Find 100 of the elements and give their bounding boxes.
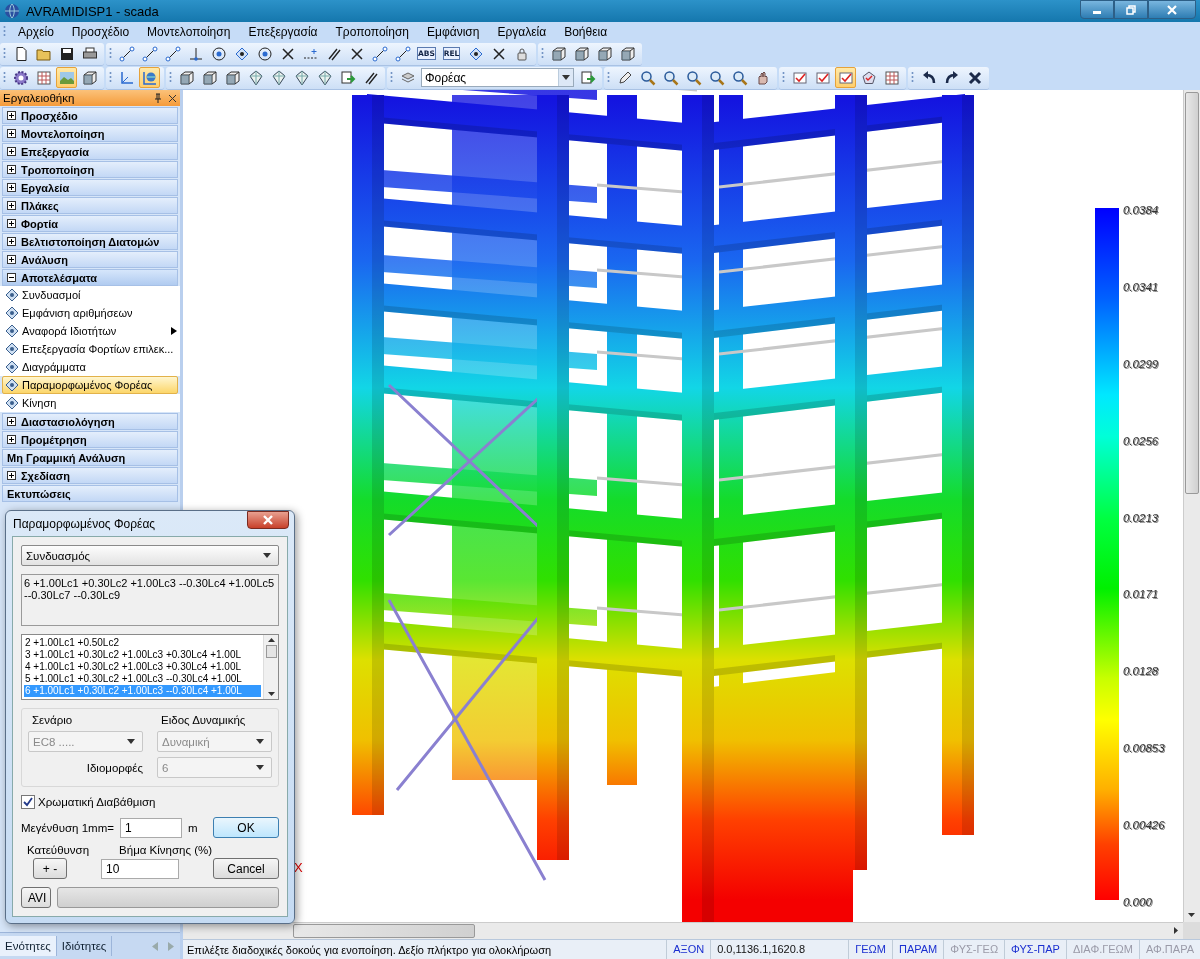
scale-label: 0.00426 bbox=[1123, 819, 1165, 831]
printer-icon bbox=[81, 45, 98, 62]
magnifier-icon bbox=[731, 69, 748, 86]
combination-item[interactable]: 5 +1.00Lc1 +0.30Lc2 +1.00Lc3 --0.30Lc4 +1.00L bbox=[24, 673, 261, 685]
scale-label: 0.0171 bbox=[1123, 588, 1160, 601]
picture-icon bbox=[58, 69, 75, 86]
toolbox-section[interactable]: Μοντελοποίηση bbox=[2, 125, 178, 142]
toolbox-section[interactable]: Επεξεργασία bbox=[2, 143, 178, 160]
diamond-icon bbox=[316, 69, 333, 86]
node-icon bbox=[467, 45, 484, 62]
toolbox-section[interactable]: Προσχέδιο bbox=[2, 107, 178, 124]
magnifier-icon bbox=[708, 69, 725, 86]
toolbox-item[interactable]: Επεξεργασία Φορτίων επιλεκ... bbox=[0, 340, 180, 358]
export-icon bbox=[579, 69, 596, 86]
color-gradation-checkbox[interactable]: Χρωματική Διαβάθμιση bbox=[21, 795, 279, 809]
mode-toggle[interactable]: ΑΞΟΝ bbox=[666, 940, 711, 959]
cube-icon bbox=[81, 69, 98, 86]
menu-item[interactable]: Εργαλεία bbox=[488, 25, 556, 39]
menu-item[interactable]: Εμφάνιση bbox=[418, 25, 489, 39]
toolbox-item[interactable]: Συνδυασμοί bbox=[0, 286, 180, 304]
structure-select[interactable]: Φορέας bbox=[421, 68, 574, 87]
menu-item[interactable]: Βοήθεια bbox=[555, 25, 617, 39]
restore-icon bbox=[1126, 4, 1136, 15]
toolbox-section[interactable]: Φορτία bbox=[2, 215, 178, 232]
node-icon bbox=[233, 45, 250, 62]
menu-item[interactable]: Μοντελοποίηση bbox=[138, 25, 240, 39]
pin-icon bbox=[153, 93, 163, 103]
combination-item[interactable]: 3 +1.00Lc1 +0.30Lc2 +1.00Lc3 +0.30Lc4 +1.00L bbox=[24, 649, 261, 661]
line-icon bbox=[371, 45, 388, 62]
cancel-button[interactable]: Cancel bbox=[213, 858, 279, 879]
close-button[interactable] bbox=[247, 511, 289, 529]
step-field[interactable]: 10 bbox=[101, 858, 179, 879]
toolbox-section[interactable]: Προμέτρηση bbox=[2, 431, 178, 448]
toolbox-section[interactable]: Πλάκες bbox=[2, 197, 178, 214]
down-arrow-icon bbox=[267, 692, 275, 696]
toolbox-section[interactable]: Αποτελέσματα bbox=[2, 269, 178, 286]
diamond-icon bbox=[5, 360, 19, 374]
axis-label: X bbox=[294, 860, 303, 875]
window-title: AVRAMIDISP1 - scada bbox=[26, 3, 159, 19]
menu-item[interactable]: Επεξεργασία bbox=[239, 25, 327, 39]
toolbox-section[interactable]: Τροποποίηση bbox=[2, 161, 178, 178]
scrollbar-thumb[interactable] bbox=[293, 924, 475, 938]
menu-item[interactable]: Αρχείο bbox=[9, 25, 63, 39]
vertical-scrollbar[interactable] bbox=[1183, 90, 1200, 922]
toolbox-section[interactable]: Εκτυπώσεις bbox=[2, 485, 178, 502]
scale-label: 0.0256 bbox=[1123, 434, 1160, 447]
magnifier-icon bbox=[685, 69, 702, 86]
dropdown-caret-icon bbox=[256, 765, 264, 770]
down-arrow-icon bbox=[1188, 913, 1195, 917]
scrollbar-thumb[interactable] bbox=[1185, 92, 1199, 494]
menu-item[interactable]: Προσχέδιο bbox=[62, 25, 139, 39]
toolbox-section[interactable]: Σχεδίαση bbox=[2, 467, 178, 484]
panel-tab[interactable]: Ενότητες bbox=[0, 936, 57, 956]
close-icon bbox=[1167, 4, 1177, 15]
diamond-icon bbox=[5, 288, 19, 302]
magnifier-icon bbox=[639, 69, 656, 86]
scrollbar-corner bbox=[1183, 922, 1200, 939]
direction-button[interactable]: + - bbox=[33, 858, 67, 879]
diamond-icon bbox=[293, 69, 310, 86]
left-arrow-icon bbox=[152, 941, 159, 951]
menu-item[interactable]: Τροποποίηση bbox=[326, 25, 418, 39]
toolbox-item[interactable]: Αναφορά Ιδιοτήτων bbox=[0, 322, 180, 340]
scrollbar-thumb[interactable] bbox=[265, 645, 277, 658]
result-type-select[interactable]: Συνδυασμός bbox=[21, 545, 279, 566]
field-label: Μεγένθυση 1mm= bbox=[21, 821, 114, 834]
panel-tab[interactable]: Ιδιότητες bbox=[56, 936, 113, 956]
line-icon bbox=[394, 45, 411, 62]
toolbox-section[interactable]: Διαστασιολόγηση bbox=[2, 413, 178, 430]
toolbox-section[interactable]: Μη Γραμμική Ανάλυση bbox=[2, 449, 178, 466]
horizontal-scrollbar[interactable] bbox=[183, 922, 1183, 939]
toolbox-section[interactable]: Ανάλυση bbox=[2, 251, 178, 268]
toolbox-item[interactable]: Εμφάνιση αριθμήσεων bbox=[0, 304, 180, 322]
scale-label: 0.0213 bbox=[1123, 511, 1160, 524]
perpendicular-icon bbox=[187, 45, 204, 62]
scale-label: 0.0341 bbox=[1123, 280, 1160, 293]
magnification-field[interactable]: 1 bbox=[120, 817, 182, 838]
toolbox-item[interactable]: Παραμορφωμένος Φορέας bbox=[2, 376, 178, 394]
minimize-button[interactable] bbox=[1080, 0, 1114, 19]
field-label: Σενάριο bbox=[31, 714, 74, 726]
combination-item[interactable]: 2 +1.00Lc1 +0.50Lc2 bbox=[24, 637, 261, 649]
toolbox-section[interactable]: Εργαλεία bbox=[2, 179, 178, 196]
close-icon bbox=[966, 69, 983, 86]
list-scrollbar[interactable] bbox=[263, 635, 278, 699]
mode-toggle[interactable]: ΦΥΣ-ΠΑΡ bbox=[1004, 940, 1066, 959]
pentagon-icon bbox=[860, 69, 877, 86]
toolbox-item[interactable]: Κίνηση bbox=[0, 394, 180, 412]
circle-icon bbox=[210, 45, 227, 62]
avi-button[interactable]: AVI bbox=[21, 887, 51, 908]
scale-label: 0.000 bbox=[1123, 895, 1153, 908]
toolbox-item[interactable]: Διαγράμματα bbox=[0, 358, 180, 376]
globe-icon bbox=[4, 3, 20, 19]
combination-item[interactable]: 4 +1.00Lc1 +0.30Lc2 +1.00Lc3 +0.30Lc4 +1.00L bbox=[24, 661, 261, 673]
mode-toggle[interactable]: ΓΕΩΜ bbox=[848, 940, 892, 959]
restore-button[interactable] bbox=[1114, 0, 1148, 19]
right-arrow-icon bbox=[1174, 927, 1178, 934]
mode-toggle[interactable]: ΠΑΡΑΜ bbox=[891, 940, 944, 959]
diamond-icon bbox=[5, 396, 19, 410]
close-button[interactable] bbox=[1148, 0, 1196, 19]
toolbox-section[interactable]: Βελτιστοποίηση Διατομών bbox=[2, 233, 178, 250]
ok-button[interactable]: OK bbox=[213, 817, 279, 838]
